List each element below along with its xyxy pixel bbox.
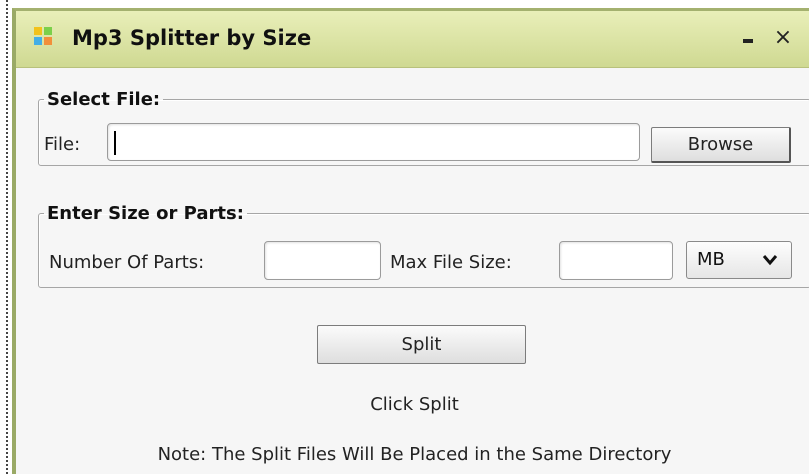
size-or-parts-legend: Enter Size or Parts: — [47, 203, 244, 224]
app-window: Mp3 Splitter by Size × Select File: File… — [12, 8, 809, 474]
desktop-edge — [6, 0, 8, 474]
minimize-button[interactable] — [736, 25, 760, 51]
max-file-size-label: Max File Size: — [390, 252, 512, 273]
output-note: Note: The Split Files Will Be Placed in … — [157, 444, 672, 465]
minimize-icon — [743, 39, 753, 43]
file-path-input[interactable] — [107, 123, 640, 161]
split-button[interactable]: Split — [317, 325, 526, 364]
select-file-legend: Select File: — [47, 89, 161, 110]
max-file-size-input[interactable] — [559, 241, 673, 280]
size-unit-value: MB — [697, 249, 725, 270]
number-of-parts-label: Number Of Parts: — [49, 252, 205, 273]
text-cursor — [114, 131, 116, 155]
chevron-down-icon — [762, 255, 778, 266]
status-message: Click Split — [370, 394, 459, 415]
window-title: Mp3 Splitter by Size — [72, 26, 312, 50]
app-icon — [34, 27, 54, 47]
size-unit-select[interactable]: MB — [686, 241, 792, 279]
number-of-parts-input[interactable] — [264, 241, 381, 280]
browse-button[interactable]: Browse — [651, 127, 791, 163]
close-button[interactable]: × — [771, 25, 795, 51]
title-bar[interactable]: Mp3 Splitter by Size × — [16, 11, 809, 68]
file-label: File: — [44, 134, 81, 155]
